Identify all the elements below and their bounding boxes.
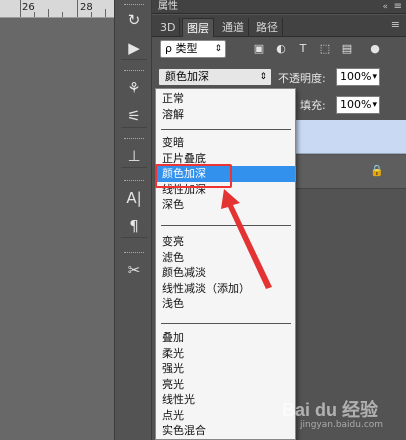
annotation-arrow-icon [221,189,272,289]
blend-option[interactable]: 浅色 [156,296,295,312]
dock-grip[interactable] [124,180,144,183]
divider [161,129,291,130]
clone-source-icon[interactable]: ⊥ [121,144,147,168]
horizontal-ruler: 26 28 [0,0,114,18]
blend-option[interactable]: 叠加 [156,330,295,346]
fill-value: 100% [340,98,372,111]
blend-option[interactable]: 变暗 [156,135,295,151]
blend-option[interactable]: 柔光 [156,346,295,362]
chevron-down-icon[interactable]: ▾ [372,69,377,85]
adjustment-filter-icon[interactable]: ◐ [274,42,288,56]
dock-grip[interactable] [124,138,144,141]
blend-mode-select[interactable]: 颜色加深 ⇕ [158,68,272,86]
blend-option[interactable]: 正常 [156,91,295,107]
filter-toggle-icon[interactable]: ● [368,42,382,56]
watermark-logo: Bai du 经验 [282,400,379,420]
brush-settings-icon[interactable]: ⚟ [121,104,147,128]
blend-row: 颜色加深 ⇕ 不透明度: 100% ▾ [152,64,406,88]
paragraph-panel-icon[interactable]: ¶ [121,214,147,238]
shape-filter-icon[interactable]: ⬚ [318,42,332,56]
opacity-label: 不透明度: [278,72,326,85]
properties-title[interactable]: 属性 [158,1,178,12]
blend-option[interactable]: 亮光 [156,377,295,393]
actions-play-icon[interactable]: ▶ [121,36,147,60]
dock-grip[interactable] [124,70,144,73]
lock-icon: 🔒 [370,164,384,177]
watermark-url: jingyan.baidu.com [300,420,384,430]
tool-presets-icon[interactable]: ✂ [121,258,147,282]
tab-paths[interactable]: 路径 [252,18,283,37]
smart-object-filter-icon[interactable]: ▤ [340,42,354,56]
panel-dock-toolbar: ↻ ▶ ⚘ ⚟ ⊥ A| ¶ ✂ [114,0,152,440]
panel-menu-icon[interactable]: ≡ [391,18,400,31]
blend-option[interactable]: 实色混合 [156,423,295,439]
opacity-value: 100% [340,70,372,83]
character-panel-icon[interactable]: A| [121,186,147,210]
blend-mode-value: 颜色加深 [165,70,209,83]
divider [161,323,291,324]
blend-option[interactable]: 强光 [156,361,295,377]
fill-label: 填充: [300,99,326,112]
canvas-area: 26 28 [0,0,114,440]
image-filter-icon[interactable]: ▣ [252,42,266,56]
layer-row-selected[interactable] [296,120,406,154]
blend-option[interactable]: 线性光 [156,392,295,408]
tab-channels[interactable]: 通道 [218,18,249,37]
brush-presets-icon[interactable]: ⚘ [121,76,147,100]
panel-header: 属性 « ≡ [152,0,406,14]
dock-grip[interactable] [124,252,144,255]
opacity-input[interactable]: 100% ▾ [336,68,380,86]
blend-option[interactable]: 溶解 [156,107,295,123]
filter-kind-label: ρ 类型 [165,42,198,55]
panel-tabs: 3D 图层 通道 路径 ≡ [152,15,406,37]
layer-filter-row: ρ 类型 ⇕ ▣ ◐ T ⬚ ▤ ● [152,38,406,60]
chevron-down-icon[interactable]: ▾ [372,97,377,113]
ruler-mark: 26 [22,2,35,13]
chevron-updown-icon: ⇕ [259,72,267,82]
filter-kind-select[interactable]: ρ 类型 ⇕ [160,40,226,58]
layer-row[interactable]: 🔒 [296,155,406,189]
tab-3d[interactable]: 3D [156,18,181,37]
blend-option[interactable]: 点光 [156,408,295,424]
fill-input[interactable]: 100% ▾ [336,96,380,114]
tab-layers[interactable]: 图层 [182,18,214,37]
chevron-updown-icon: ⇕ [214,44,222,54]
history-icon[interactable]: ↻ [121,8,147,32]
document-canvas[interactable] [0,18,114,440]
collapse-icon[interactable]: « [382,0,388,14]
blend-group-overlay: 叠加 柔光 强光 亮光 线性光 点光 实色混合 [156,330,295,439]
text-filter-icon[interactable]: T [296,42,310,56]
blend-group-normal: 正常 溶解 [156,91,295,123]
dock-grip[interactable] [124,4,144,7]
menu-icon[interactable]: ≡ [394,0,402,14]
